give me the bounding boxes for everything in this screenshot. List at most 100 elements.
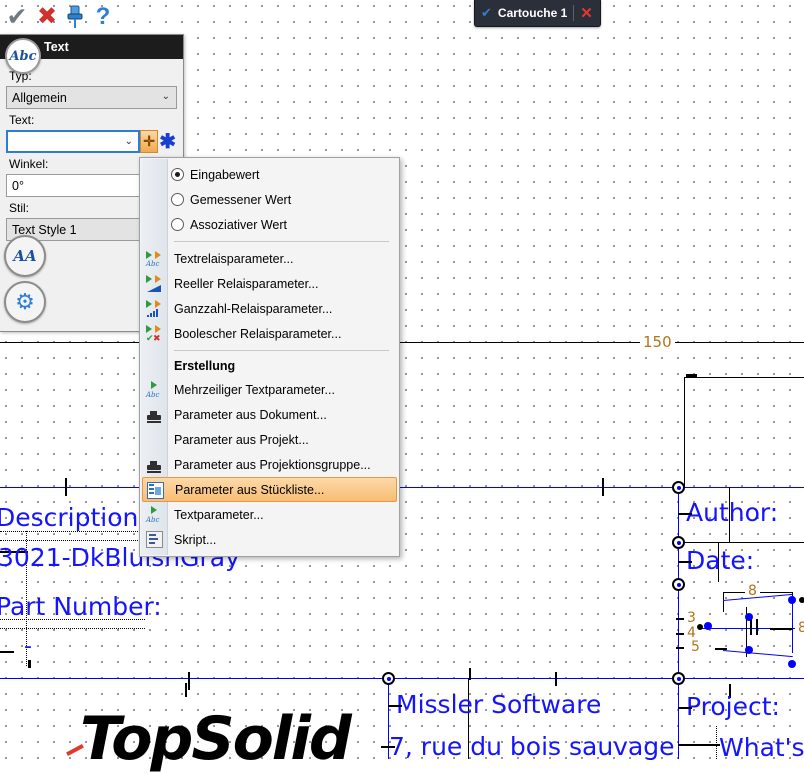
leader-arrow [715,648,727,650]
menu-item-parameter-aus-projektionsgruppe[interactable]: Parameter aus Projektionsgruppe... [140,452,399,477]
menu-item-eingabewert[interactable]: Eingabewert [140,162,399,187]
multiline-text-param-icon: Abc [145,380,164,399]
text-part-number-value[interactable]: - [24,634,32,659]
part-vertex [745,613,753,621]
menu-item-gemessener-wert[interactable]: Gemessener Wert [140,187,399,212]
text-address[interactable]: 7, rue du bois sauvage [389,732,675,761]
anchor-node[interactable] [672,536,685,549]
menu-item-parameter-aus-projekt[interactable]: Parameter aus Projekt... [140,427,399,452]
leader-line [388,705,402,707]
leader-tick [28,660,31,668]
part-vertex [799,597,804,603]
chevron-down-icon: ⌄ [161,91,170,102]
tick-mark [555,672,557,686]
tick-mark [469,668,471,680]
leader-line [678,744,720,746]
menu-item-label: Skript... [174,532,217,547]
radio-icon [171,193,184,206]
part-edge-right [792,597,793,653]
part-vertex [788,660,796,668]
type-label: Typ: [9,69,32,83]
text-date-label[interactable]: Date: [686,546,754,575]
text-input-row: ⌄ ✛ ✱ [6,130,177,153]
tab-separator [573,5,575,21]
text-description-label[interactable]: Description: [0,503,147,532]
menu-item-label: Textparameter... [174,507,264,522]
anchor-node[interactable] [672,481,685,494]
tick-mark [65,478,67,496]
abc-icon: Abc [5,38,41,74]
menu-item-parameter-aus-dokument[interactable]: Parameter aus Dokument... [140,402,399,427]
menu-item-mehrzeiliger-textparameter[interactable]: Abc Mehrzeiliger Textparameter... [140,377,399,402]
part-hatch [756,619,758,635]
radio-selected-icon [171,168,184,181]
anchor-node[interactable] [382,672,395,685]
validate-icon[interactable]: ✔ [2,2,32,32]
menu-item-skript[interactable]: Skript... [140,527,399,552]
parameter-context-menu: Eingabewert Gemessener Wert Assoziativer… [139,157,400,557]
menu-item-reeller-relaisparameter[interactable]: Reeller Relaisparameter... [140,271,399,296]
type-select-value: Allgemein [12,90,67,105]
menu-item-label: Parameter aus Dokument... [174,407,327,422]
radio-icon [171,218,184,231]
angle-value: 0° [12,178,24,193]
menu-item-textparameter[interactable]: Abc Textparameter... [140,502,399,527]
leader-arrow [676,647,684,649]
integer-relay-param-icon [145,299,164,318]
pin-icon-svg [67,5,83,28]
frame-arrow-tick [686,374,697,377]
menu-item-label: Assoziativer Wert [190,217,288,232]
menu-item-assoziativer-wert[interactable]: Assoziativer Wert [140,212,399,237]
text-company[interactable]: Missler Software [396,690,601,719]
tab-check-icon: ✔ [481,5,492,20]
close-icon[interactable]: ✕ [580,6,593,21]
menu-separator [174,241,389,242]
document-tab[interactable]: ✔ Cartouche 1 ✕ [474,0,601,27]
add-parameter-button[interactable]: ✛ [140,130,159,153]
tick-mark [602,478,604,496]
options-button[interactable]: ⚙ [4,281,46,323]
chevron-down-icon[interactable]: ⌄ [125,136,133,147]
menu-separator [174,350,389,351]
menu-item-label: Ganzzahl-Relaisparameter... [174,301,333,316]
menu-item-ganzzahl-relaisparameter[interactable]: Ganzzahl-Relaisparameter... [140,296,399,321]
dimension-line-150 [0,342,804,343]
text-combo-input[interactable]: ⌄ [6,130,140,153]
menu-item-textrelaisparameter[interactable]: Abc Textrelaisparameter... [140,246,399,271]
help-icon[interactable]: ? [88,2,118,32]
leader-line [678,513,692,515]
frame-hline-a [678,542,804,543]
text-project-label[interactable]: Project: [686,692,780,721]
menu-item-parameter-aus-stueckliste[interactable]: Parameter aus Stückliste... [142,477,397,502]
dimension-label-150: 150 [640,333,675,351]
part-edge [722,650,793,658]
panel-round-buttons: AA ⚙ [4,235,46,327]
script-icon [145,530,164,549]
text-part-number-label[interactable]: Part Number: [0,592,162,621]
menu-item-boolescher-relaisparameter[interactable]: ✔ ✖ Boolescher Relaisparameter... [140,321,399,346]
dimension-label-right-8: 8 [795,620,804,636]
tick-mark [188,672,190,690]
asterisk-icon[interactable]: ✱ [158,130,177,153]
leader-line [381,746,395,748]
menu-item-label: Mehrzeiliger Textparameter... [174,382,335,397]
pin-icon[interactable] [60,4,90,34]
menu-item-label: Gemessener Wert [190,192,292,207]
text-project-value[interactable]: What's [719,733,804,762]
cancel-icon[interactable]: ✖ [32,2,62,32]
dimension-ext-line [723,592,724,612]
anchor-node[interactable] [672,672,685,685]
leader-line [678,707,692,709]
blue-vline-right [678,487,679,759]
type-select[interactable]: Allgemein ⌄ [6,86,177,109]
font-settings-button[interactable]: AA [4,235,46,277]
leader-arrow [770,628,792,630]
projection-group-param-icon [145,455,164,474]
menu-section-header: Erstellung [174,359,236,373]
text-author-label[interactable]: Author: [686,498,778,527]
no-icon [145,430,164,449]
menu-item-label: Parameter aus Stückliste... [175,482,325,497]
document-param-icon [145,405,164,424]
leader-line [678,561,692,563]
anchor-node[interactable] [672,578,685,591]
